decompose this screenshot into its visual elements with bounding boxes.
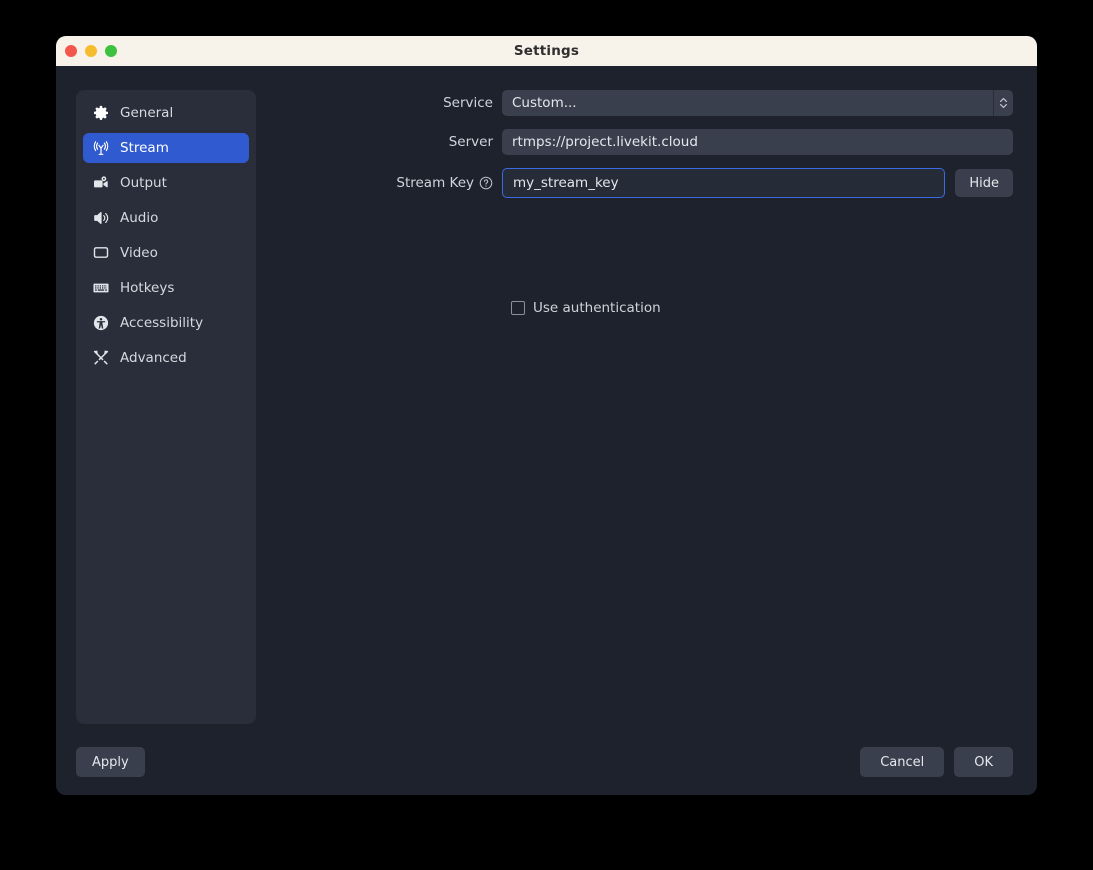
window-title: Settings <box>56 43 1037 59</box>
keyboard-icon <box>93 280 109 296</box>
window-titlebar: Settings <box>56 36 1037 66</box>
stream-key-input[interactable] <box>502 168 945 198</box>
settings-window: Settings General <box>56 36 1037 795</box>
video-camera-icon <box>93 175 109 191</box>
server-row: Server <box>272 129 1013 155</box>
cancel-button[interactable]: Cancel <box>860 747 944 777</box>
speaker-icon <box>93 210 109 226</box>
ok-button[interactable]: OK <box>954 747 1013 777</box>
dialog-body: General Stream <box>56 66 1037 795</box>
service-label: Service <box>272 95 502 111</box>
sidebar-item-label: Accessibility <box>120 315 203 331</box>
sidebar-item-hotkeys[interactable]: Hotkeys <box>83 273 249 303</box>
traffic-light-group <box>65 36 117 66</box>
sidebar-item-video[interactable]: Video <box>83 238 249 268</box>
settings-sidebar: General Stream <box>76 90 256 724</box>
hide-stream-key-button[interactable]: Hide <box>955 169 1013 197</box>
use-authentication-checkbox[interactable] <box>511 301 525 315</box>
stream-settings-form: Service Custom... Server <box>272 90 1013 316</box>
monitor-icon <box>93 245 109 261</box>
sidebar-item-output[interactable]: Output <box>83 168 249 198</box>
server-label: Server <box>272 134 502 150</box>
service-selected-value: Custom... <box>502 90 993 116</box>
stream-key-label-text: Stream Key <box>396 175 474 191</box>
sidebar-item-audio[interactable]: Audio <box>83 203 249 233</box>
apply-button[interactable]: Apply <box>76 747 145 777</box>
maximize-window-button[interactable] <box>105 45 117 57</box>
accessibility-icon <box>93 315 109 331</box>
sidebar-item-accessibility[interactable]: Accessibility <box>83 308 249 338</box>
sidebar-item-label: Stream <box>120 140 169 156</box>
gear-icon <box>93 105 109 121</box>
sidebar-item-label: Hotkeys <box>120 280 174 296</box>
sidebar-item-label: Output <box>120 175 167 191</box>
use-authentication-row: Use authentication <box>502 300 1013 316</box>
sidebar-item-stream[interactable]: Stream <box>83 133 249 163</box>
chevron-updown-icon <box>993 90 1013 116</box>
server-input[interactable] <box>502 129 1013 155</box>
sidebar-item-general[interactable]: General <box>83 98 249 128</box>
sidebar-item-label: General <box>120 105 173 121</box>
use-authentication-label[interactable]: Use authentication <box>533 300 661 316</box>
tools-icon <box>93 350 109 366</box>
service-row: Service Custom... <box>272 90 1013 116</box>
sidebar-item-advanced[interactable]: Advanced <box>83 343 249 373</box>
sidebar-item-label: Video <box>120 245 158 261</box>
question-circle-icon[interactable] <box>479 176 493 190</box>
close-window-button[interactable] <box>65 45 77 57</box>
broadcast-icon <box>93 140 109 156</box>
sidebar-item-label: Advanced <box>120 350 187 366</box>
stream-key-label: Stream Key <box>272 175 502 191</box>
sidebar-item-label: Audio <box>120 210 158 226</box>
stream-key-row: Stream Key Hide <box>272 168 1013 198</box>
service-select[interactable]: Custom... <box>502 90 1013 116</box>
dialog-footer: Apply Cancel OK <box>56 729 1037 795</box>
minimize-window-button[interactable] <box>85 45 97 57</box>
